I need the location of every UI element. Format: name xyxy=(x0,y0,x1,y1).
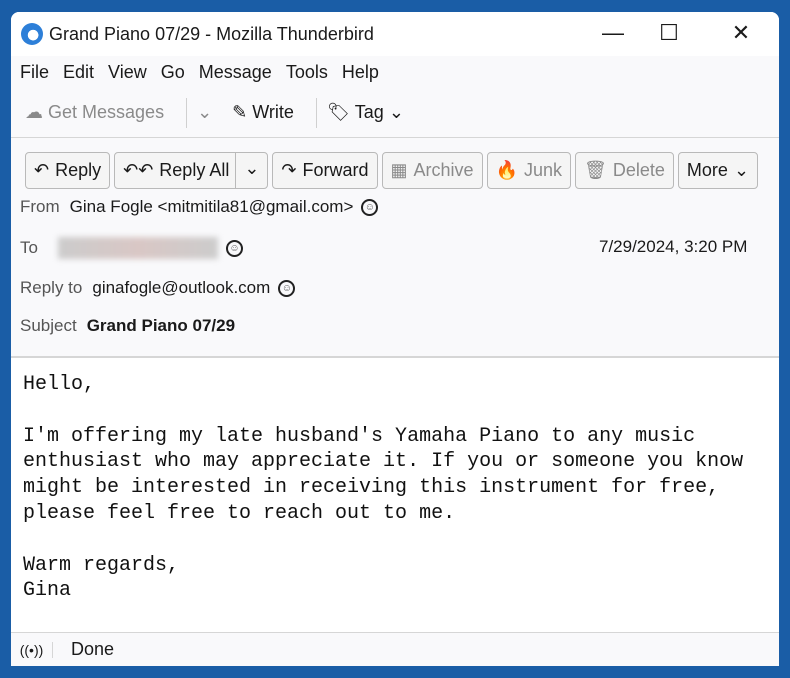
menu-message[interactable]: Message xyxy=(199,62,272,83)
menu-go[interactable]: Go xyxy=(161,62,185,83)
chevron-down-icon: ⌄ xyxy=(733,160,750,180)
activity-icon[interactable]: ((•)) xyxy=(11,641,53,658)
message-body: Hello, I'm offering my late husband's Ya… xyxy=(11,356,779,632)
subject-value: Grand Piano 07/29 xyxy=(86,316,236,335)
archive-button[interactable]: ▦ Archive xyxy=(381,152,483,189)
menu-help[interactable]: Help xyxy=(342,62,379,83)
menu-bar: File Edit View Go Message Tools Help xyxy=(11,56,779,88)
cloud-download-icon: ☁ xyxy=(25,102,49,122)
tag-label: Tag xyxy=(354,102,384,122)
reply-to-row: Reply to ginafogle@outlook.com ☺ xyxy=(20,278,296,298)
title-bar: Grand Piano 07/29 - Mozilla Thunderbird … xyxy=(11,12,779,56)
menu-file[interactable]: File xyxy=(20,62,49,83)
reply-label: Reply xyxy=(55,160,102,180)
divider xyxy=(186,97,188,128)
menu-edit[interactable]: Edit xyxy=(63,62,94,83)
junk-label: Junk xyxy=(524,160,563,180)
from-row: From Gina Fogle <mitmitila81@gmail.com> ☺ xyxy=(20,197,379,217)
minimize-button[interactable]: — xyxy=(593,20,633,46)
contact-icon[interactable]: ☺ xyxy=(225,239,243,257)
more-button[interactable]: More ⌄ xyxy=(677,152,759,189)
to-row: To ☺ xyxy=(20,237,243,259)
pencil-icon: ✎ xyxy=(232,102,253,122)
delete-button[interactable]: 🗑 Delete xyxy=(575,152,674,189)
tag-icon: 🏷 xyxy=(326,102,355,122)
chevron-down-icon: ⌄ xyxy=(388,102,404,122)
reply-all-dropdown[interactable]: ⌄ xyxy=(235,153,267,188)
menu-view[interactable]: View xyxy=(108,62,147,83)
reply-all-icon: ↶↶ xyxy=(123,160,154,180)
redacted-recipient xyxy=(57,237,218,259)
flame-icon: 🔥 xyxy=(495,160,518,180)
thunderbird-window: Grand Piano 07/29 - Mozilla Thunderbird … xyxy=(11,12,779,666)
reply-to-label: Reply to xyxy=(20,278,83,297)
forward-label: Forward xyxy=(302,160,369,180)
from-label: From xyxy=(20,197,60,216)
delete-label: Delete xyxy=(612,160,665,180)
get-messages-button[interactable]: ☁ Get Messages xyxy=(25,102,164,123)
contact-icon[interactable]: ☺ xyxy=(278,279,296,297)
status-text: Done xyxy=(71,639,115,659)
forward-icon: ↷ xyxy=(281,160,297,180)
main-toolbar: ☁ Get Messages ⌄ ✎ Write 🏷 Tag ⌄ xyxy=(11,88,779,138)
contact-icon[interactable]: ☺ xyxy=(361,198,379,216)
message-actions: ↶ Reply ↶↶ Reply All ⌄ ↷ Forward ▦ Archive 🔥 J… xyxy=(25,152,759,189)
reply-all-label: Reply All xyxy=(159,160,230,180)
get-messages-label: Get Messages xyxy=(48,102,165,122)
reply-button[interactable]: ↶ Reply xyxy=(25,152,111,189)
window-title: Grand Piano 07/29 - Mozilla Thunderbird xyxy=(49,23,374,44)
archive-icon: ▦ xyxy=(390,160,408,180)
menu-tools[interactable]: Tools xyxy=(286,62,328,83)
reply-to-value[interactable]: ginafogle@outlook.com xyxy=(92,278,270,298)
more-label: More xyxy=(686,160,728,180)
maximize-button[interactable]: ☐ xyxy=(649,20,689,46)
tag-button[interactable]: 🏷 Tag ⌄ xyxy=(327,102,404,123)
write-label: Write xyxy=(252,102,294,122)
trash-icon: 🗑 xyxy=(584,160,607,180)
reply-all-button[interactable]: ↶↶ Reply All ⌄ xyxy=(114,152,269,189)
divider xyxy=(315,97,317,128)
date: 7/29/2024, 3:20 PM xyxy=(599,237,748,256)
to-label: To xyxy=(20,238,38,257)
subject-label: Subject xyxy=(20,316,77,335)
chevron-down-icon[interactable]: ⌄ xyxy=(197,102,212,123)
subject-row: Subject Grand Piano 07/29 xyxy=(20,316,235,336)
archive-label: Archive xyxy=(413,160,474,180)
status-bar: ((•)) Done xyxy=(11,632,779,666)
from-value[interactable]: Gina Fogle <mitmitila81@gmail.com> xyxy=(70,197,354,217)
write-button[interactable]: ✎ Write xyxy=(232,102,294,123)
close-button[interactable]: ✕ xyxy=(721,20,761,46)
forward-button[interactable]: ↷ Forward xyxy=(272,152,378,189)
thunderbird-logo-icon xyxy=(21,23,43,45)
junk-button[interactable]: 🔥 Junk xyxy=(486,152,572,189)
reply-icon: ↶ xyxy=(34,160,50,180)
